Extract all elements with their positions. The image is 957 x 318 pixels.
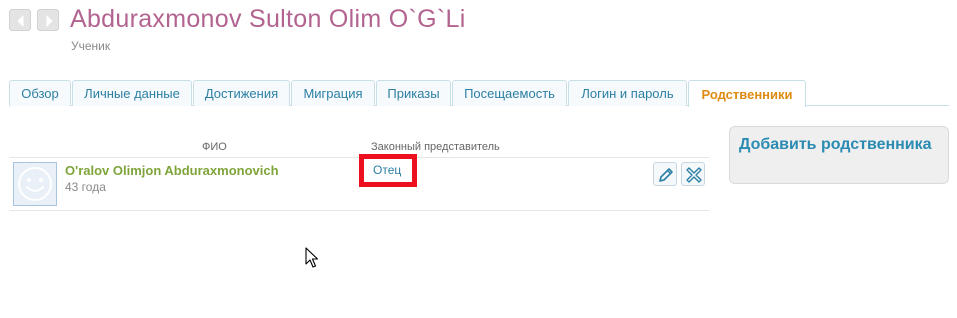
row-divider-bottom xyxy=(9,210,709,211)
tab-achievements[interactable]: Достижения xyxy=(193,80,290,106)
mouse-pointer-icon xyxy=(305,247,319,268)
tab-attendance[interactable]: Посещаемость xyxy=(452,80,567,106)
tab-relatives[interactable]: Родственники xyxy=(688,80,806,107)
avatar xyxy=(13,162,57,206)
pencil-icon xyxy=(659,168,673,182)
delete-button[interactable] xyxy=(681,162,705,186)
back-button[interactable] xyxy=(9,9,31,31)
guardian-relation-link[interactable]: Отец xyxy=(359,154,417,187)
chevron-right-icon xyxy=(46,15,53,27)
add-relative-label: Добавить родственника xyxy=(739,136,932,153)
tab-overview[interactable]: Обзор xyxy=(9,80,71,106)
column-header-guardian: Законный представитель xyxy=(371,141,500,153)
tab-migration[interactable]: Миграция xyxy=(291,80,375,106)
add-relative-button[interactable]: Добавить родственника xyxy=(729,126,949,184)
column-header-name: ФИО xyxy=(202,141,227,153)
smiley-face-icon xyxy=(18,167,52,201)
edit-button[interactable] xyxy=(653,162,677,186)
page-subtitle: Ученик xyxy=(71,39,111,53)
page-title: Abduraxmonov Sulton Olim O`G`Li xyxy=(70,5,466,33)
close-icon xyxy=(686,167,702,183)
tab-login-password[interactable]: Логин и пароль xyxy=(568,80,687,106)
relative-name-link[interactable]: O'ralov Olimjon Abduraxmonovich xyxy=(65,163,279,178)
tab-orders[interactable]: Приказы xyxy=(376,80,451,106)
forward-button[interactable] xyxy=(37,9,59,31)
chevron-left-icon xyxy=(17,15,24,27)
tab-personal-data[interactable]: Личные данные xyxy=(72,80,192,106)
relative-age: 43 года xyxy=(65,180,106,194)
